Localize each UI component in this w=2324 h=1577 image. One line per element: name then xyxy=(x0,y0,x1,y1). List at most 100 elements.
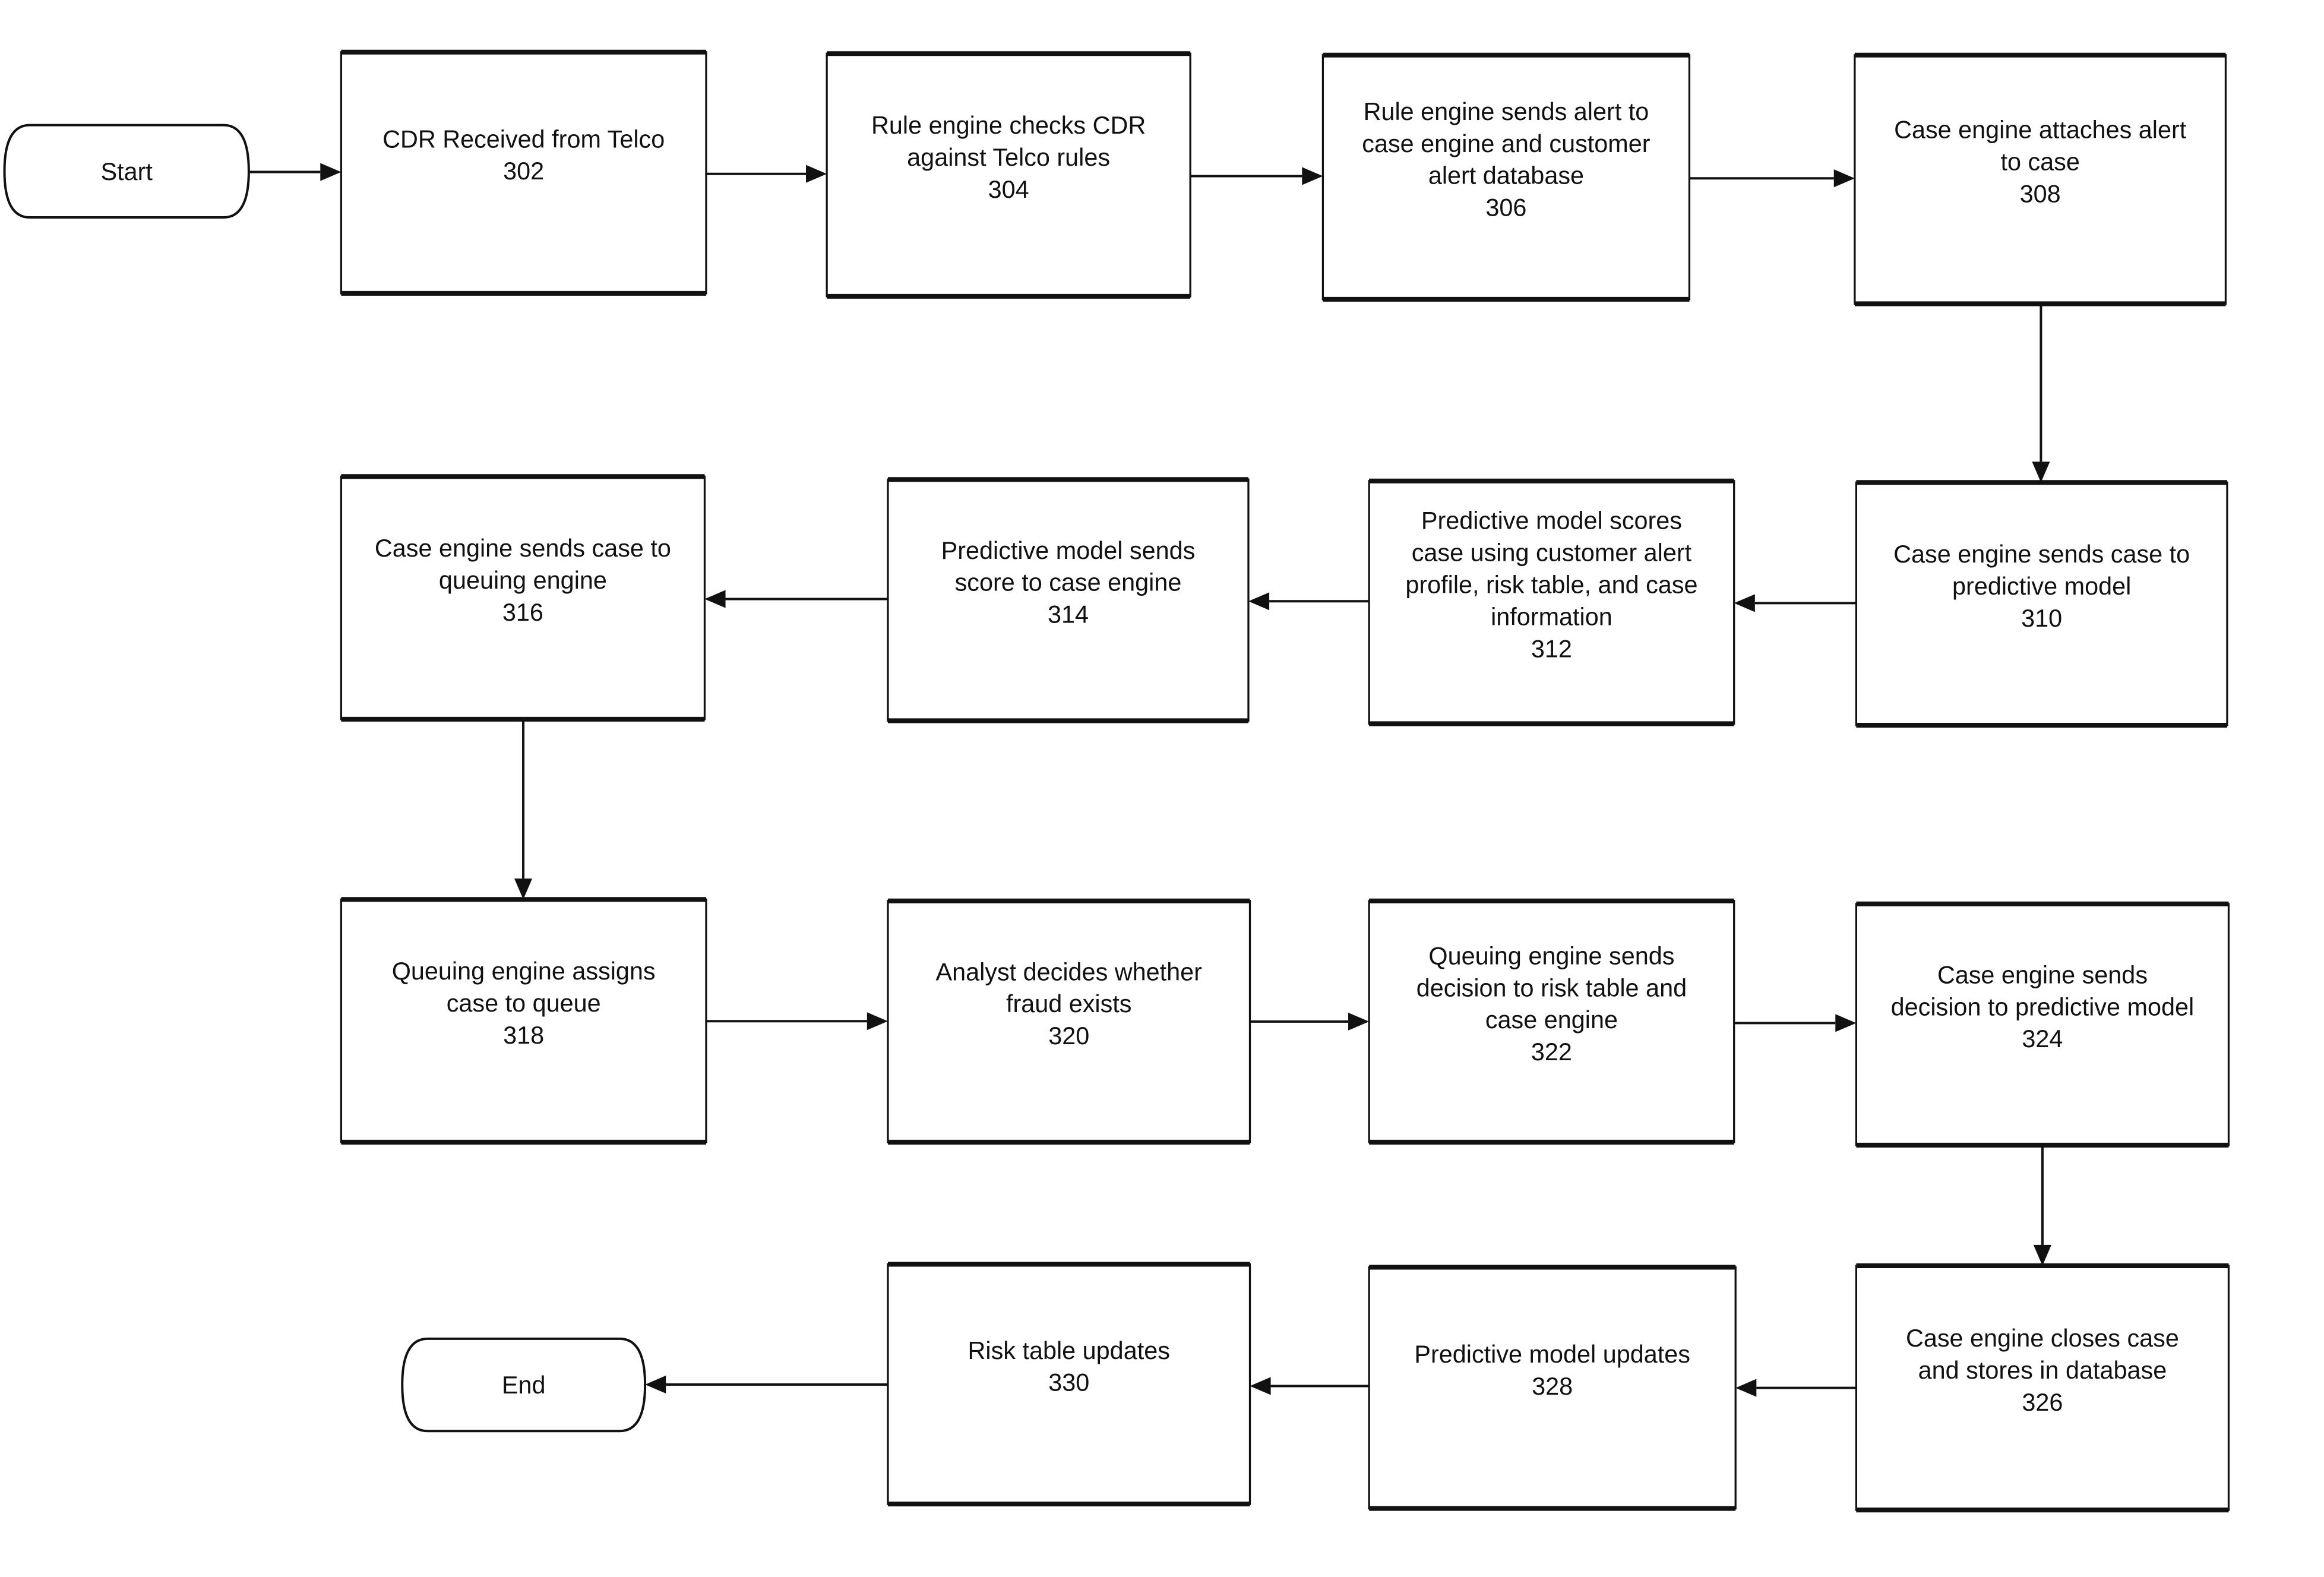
step-number: 304 xyxy=(988,176,1029,203)
arrowhead-icon xyxy=(1734,594,1755,612)
connector-312-to-314 xyxy=(1248,592,1370,611)
step-text-line: Rule engine checks CDR xyxy=(871,112,1146,139)
process-step-306: Rule engine sends alert to case engine an… xyxy=(1321,52,1691,302)
process-step-314: Predictive model sends score to case engi… xyxy=(887,477,1250,723)
step-text-line: case engine and customer xyxy=(1362,130,1650,157)
connector-330-to-end xyxy=(645,1375,888,1394)
arrowhead-icon xyxy=(514,878,533,900)
process-step-316: Case engine sends case to queuing engine 3… xyxy=(340,474,706,722)
process-box xyxy=(340,475,706,720)
step-text-line: Rule engine sends alert to xyxy=(1364,98,1649,125)
connector-302-to-304 xyxy=(706,165,827,183)
step-text-line: score to case engine xyxy=(955,569,1182,596)
step-text-line: case engine xyxy=(1485,1006,1618,1034)
step-text-line: to case xyxy=(2000,148,2079,176)
connector-316-to-318 xyxy=(514,719,533,900)
arrowhead-icon xyxy=(320,163,342,181)
step-text-line: and stores in database xyxy=(1918,1357,2167,1384)
step-number: 314 xyxy=(1048,601,1089,628)
arrowhead-icon xyxy=(1835,1014,1857,1032)
step-text-line: Case engine sends xyxy=(1937,961,2148,988)
start-terminal-label: Start xyxy=(101,158,153,185)
process-step-320: Analyst decides whether fraud exists 320 xyxy=(887,898,1251,1145)
arrowhead-icon xyxy=(867,1012,888,1031)
start-terminal: Start xyxy=(3,124,250,219)
connector-324-to-326 xyxy=(2033,1145,2051,1266)
step-text-line: Case engine attaches alert xyxy=(1894,116,2187,144)
step-text-line: fraud exists xyxy=(1006,990,1132,1017)
connector-314-to-316 xyxy=(704,590,888,608)
process-box xyxy=(340,898,707,1143)
process-box xyxy=(826,52,1191,298)
step-text-line: alert database xyxy=(1428,162,1584,189)
step-number: 318 xyxy=(503,1022,544,1049)
connector-306-to-308 xyxy=(1689,169,1855,188)
step-text-line: decision to predictive model xyxy=(1891,993,2195,1020)
arrowhead-icon xyxy=(1250,1377,1271,1395)
step-number: 322 xyxy=(1531,1038,1572,1066)
process-step-302: CDR Received from Telco 302 xyxy=(340,49,707,296)
process-box xyxy=(1855,903,2230,1146)
step-text-line: CDR Received from Telco xyxy=(382,125,665,153)
step-text-line: Queuing engine sends xyxy=(1428,942,1674,969)
step-text-line: information xyxy=(1491,603,1612,630)
step-text-line: Predictive model sends xyxy=(941,537,1196,564)
arrowhead-icon xyxy=(2033,1244,2051,1266)
step-text-line: queuing engine xyxy=(439,567,607,594)
arrowhead-icon xyxy=(704,590,726,608)
process-step-308: Case engine attaches alert to case 308 xyxy=(1854,52,2227,306)
connector-322-to-324 xyxy=(1734,1014,1857,1032)
connector-308-to-310 xyxy=(2032,304,2050,483)
step-text-line: decision to risk table and xyxy=(1416,974,1687,1001)
step-text-line: Analyst decides whether xyxy=(936,958,1203,985)
flowchart-canvas: Start End CDR Received from Telco 302 Rule e… xyxy=(3,49,2230,1513)
arrowhead-icon xyxy=(1248,592,1270,611)
step-number: 302 xyxy=(503,157,544,185)
process-box xyxy=(1855,481,2228,726)
step-text-line: Case engine closes case xyxy=(1906,1325,2179,1352)
step-text-line: case using customer alert xyxy=(1412,539,1692,567)
arrowhead-icon xyxy=(645,1375,666,1394)
connector-326-to-328 xyxy=(1735,1379,1857,1397)
step-number: 326 xyxy=(2022,1389,2063,1416)
process-step-312: Predictive model scores case using custom… xyxy=(1368,478,1735,726)
step-text-line: Queuing engine assigns xyxy=(392,957,656,985)
connector-304-to-306 xyxy=(1190,167,1323,185)
arrowhead-icon xyxy=(1735,1379,1757,1397)
step-number: 330 xyxy=(1048,1369,1089,1396)
connectors xyxy=(248,163,2051,1397)
arrowhead-icon xyxy=(1348,1012,1370,1031)
process-box xyxy=(887,900,1251,1143)
connector-328-to-330 xyxy=(1250,1377,1370,1395)
process-box xyxy=(887,478,1250,722)
step-text-line: Predictive model scores xyxy=(1421,507,1682,535)
arrowhead-icon xyxy=(2032,462,2050,483)
step-number: 306 xyxy=(1485,194,1526,222)
process-step-304: Rule engine checks CDR against Telco rule… xyxy=(826,51,1191,299)
connector-310-to-312 xyxy=(1734,594,1857,612)
step-text-line: predictive model xyxy=(1952,573,2131,600)
process-box xyxy=(1854,54,2227,305)
end-terminal: End xyxy=(401,1337,647,1433)
arrowhead-icon xyxy=(1833,169,1855,188)
step-number: 324 xyxy=(2022,1025,2063,1053)
step-number: 310 xyxy=(2021,605,2062,632)
process-step-310: Case engine sends case to predictive mode… xyxy=(1855,480,2228,728)
step-text-line: Case engine sends case to xyxy=(375,535,671,562)
connector-320-to-322 xyxy=(1250,1012,1370,1031)
step-text-line: Predictive model updates xyxy=(1414,1341,1690,1368)
step-text-line: Case engine sends case to xyxy=(1893,541,2190,568)
process-step-322: Queuing engine sends decision to risk tab… xyxy=(1368,898,1735,1145)
step-text-line: against Telco rules xyxy=(907,144,1110,171)
arrowhead-icon xyxy=(806,165,827,183)
step-number: 308 xyxy=(2020,180,2061,207)
connector-start-to-302 xyxy=(248,163,342,181)
process-step-326: Case engine closes case and stores in dat… xyxy=(1855,1263,2230,1513)
process-box xyxy=(1855,1265,2230,1511)
step-text-line: case to queue xyxy=(447,990,601,1017)
connector-318-to-320 xyxy=(706,1012,888,1031)
process-step-330: Risk table updates 330 xyxy=(887,1262,1251,1507)
process-step-328: Predictive model updates 328 xyxy=(1368,1265,1737,1511)
step-number: 316 xyxy=(502,599,543,626)
arrowhead-icon xyxy=(1302,167,1323,185)
